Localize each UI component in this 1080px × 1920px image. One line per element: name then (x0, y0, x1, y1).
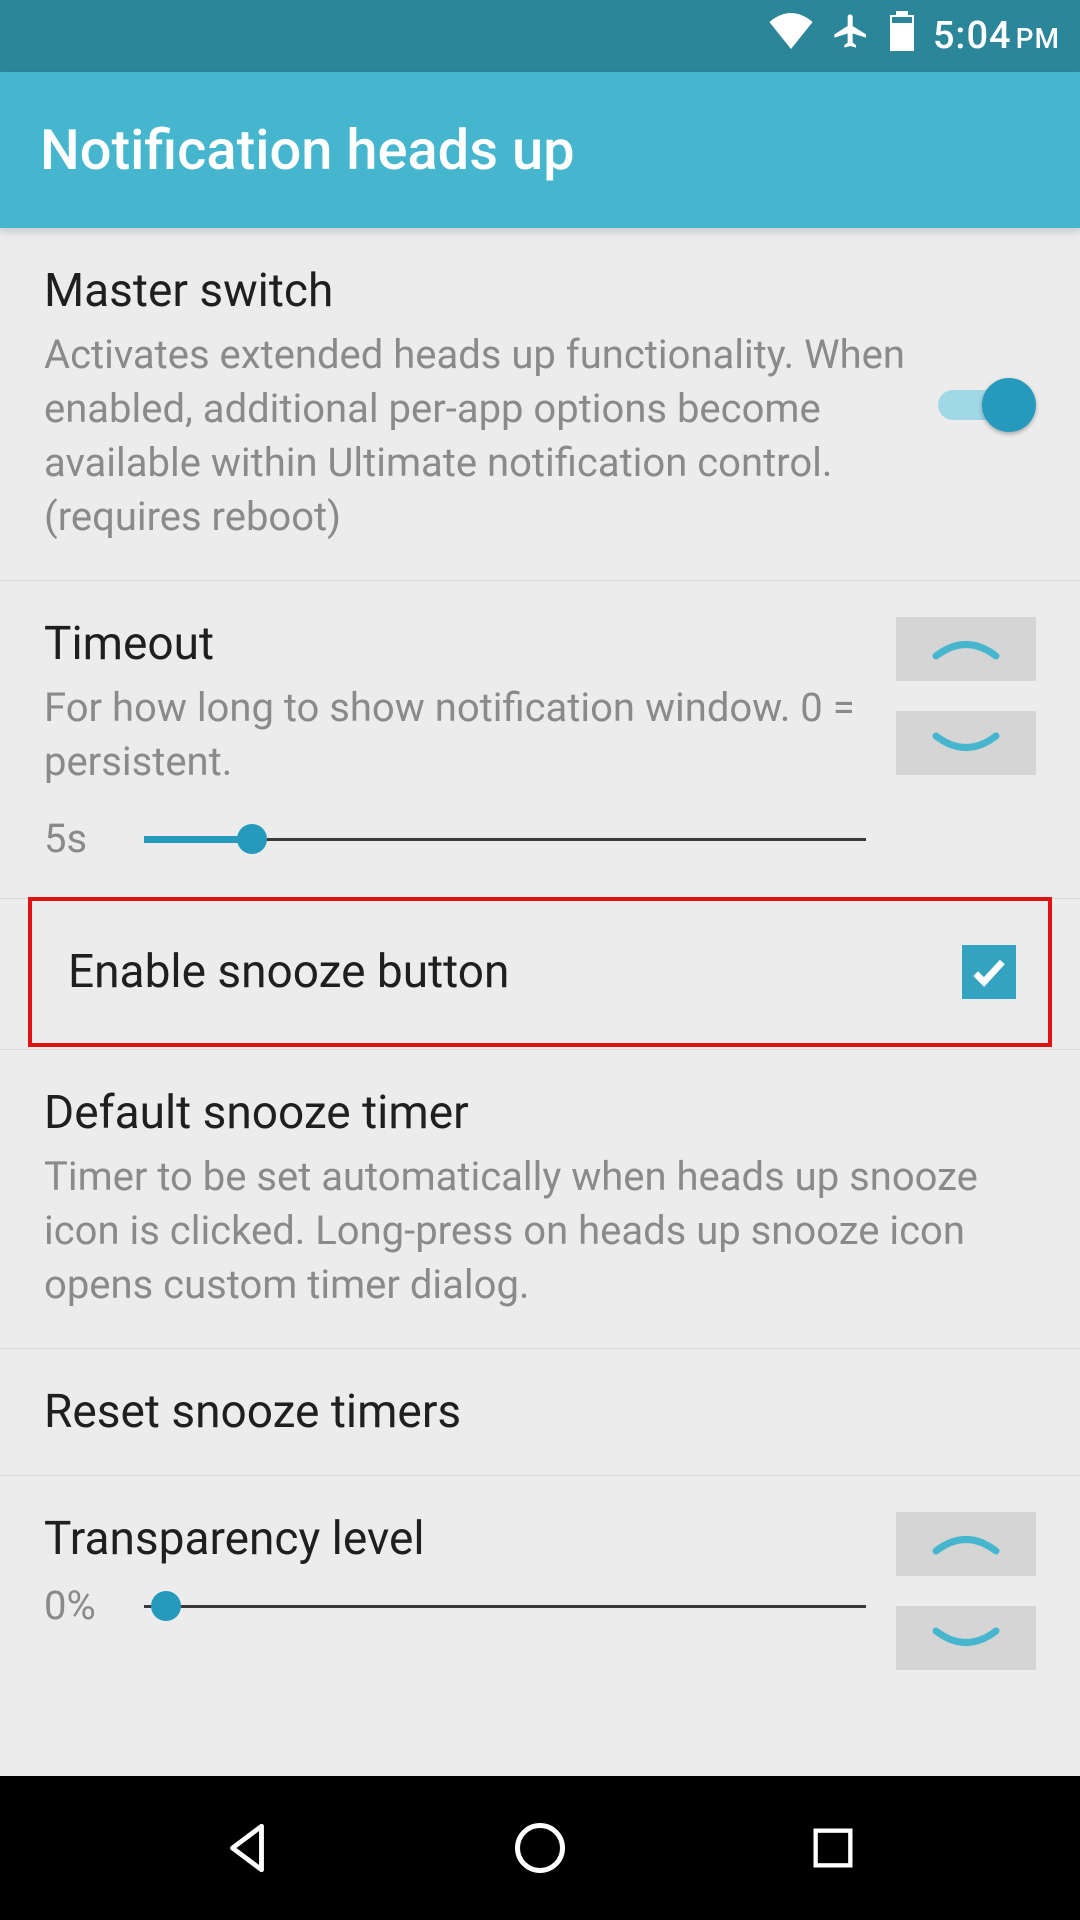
battery-icon (889, 11, 915, 61)
recent-apps-button[interactable] (798, 1813, 868, 1883)
page-title: Notification heads up (40, 117, 575, 183)
transparency-value: 0% (44, 1582, 124, 1629)
setting-title: Reset snooze timers (44, 1385, 1036, 1439)
navigation-bar (0, 1776, 1080, 1920)
setting-transparency[interactable]: Transparency level 0% (0, 1476, 1080, 1640)
app-bar: Notification heads up (0, 72, 1080, 228)
transparency-slider[interactable] (144, 1591, 866, 1621)
transparency-down-button[interactable] (896, 1606, 1036, 1670)
timeout-up-button[interactable] (896, 617, 1036, 681)
setting-title: Default snooze timer (44, 1086, 1036, 1140)
setting-master-switch[interactable]: Master switch Activates extended heads u… (0, 228, 1080, 581)
status-bar: 5:04PM (0, 0, 1080, 72)
setting-timeout[interactable]: Timeout For how long to show notificatio… (0, 581, 1080, 899)
airplane-icon (831, 11, 871, 61)
timeout-value: 5s (44, 815, 124, 862)
wifi-icon (769, 13, 813, 59)
timeout-slider[interactable] (144, 824, 866, 854)
setting-desc: Activates extended heads up functionalit… (44, 328, 906, 544)
setting-enable-snooze[interactable]: Enable snooze button (28, 897, 1052, 1047)
settings-list: Master switch Activates extended heads u… (0, 228, 1080, 1640)
home-button[interactable] (505, 1813, 575, 1883)
setting-default-snooze-timer[interactable]: Default snooze timer Timer to be set aut… (0, 1050, 1080, 1349)
back-button[interactable] (212, 1813, 282, 1883)
setting-title: Master switch (44, 264, 906, 318)
setting-title: Enable snooze button (68, 945, 932, 999)
status-time: 5:04PM (933, 14, 1060, 58)
setting-desc: For how long to show notification window… (44, 681, 866, 789)
transparency-up-button[interactable] (896, 1512, 1036, 1576)
snooze-checkbox[interactable] (962, 945, 1016, 999)
setting-title: Transparency level (44, 1512, 866, 1566)
master-switch-toggle[interactable] (936, 374, 1036, 434)
setting-reset-snooze[interactable]: Reset snooze timers (0, 1349, 1080, 1476)
timeout-down-button[interactable] (896, 711, 1036, 775)
setting-title: Timeout (44, 617, 866, 671)
setting-desc: Timer to be set automatically when heads… (44, 1150, 1036, 1312)
